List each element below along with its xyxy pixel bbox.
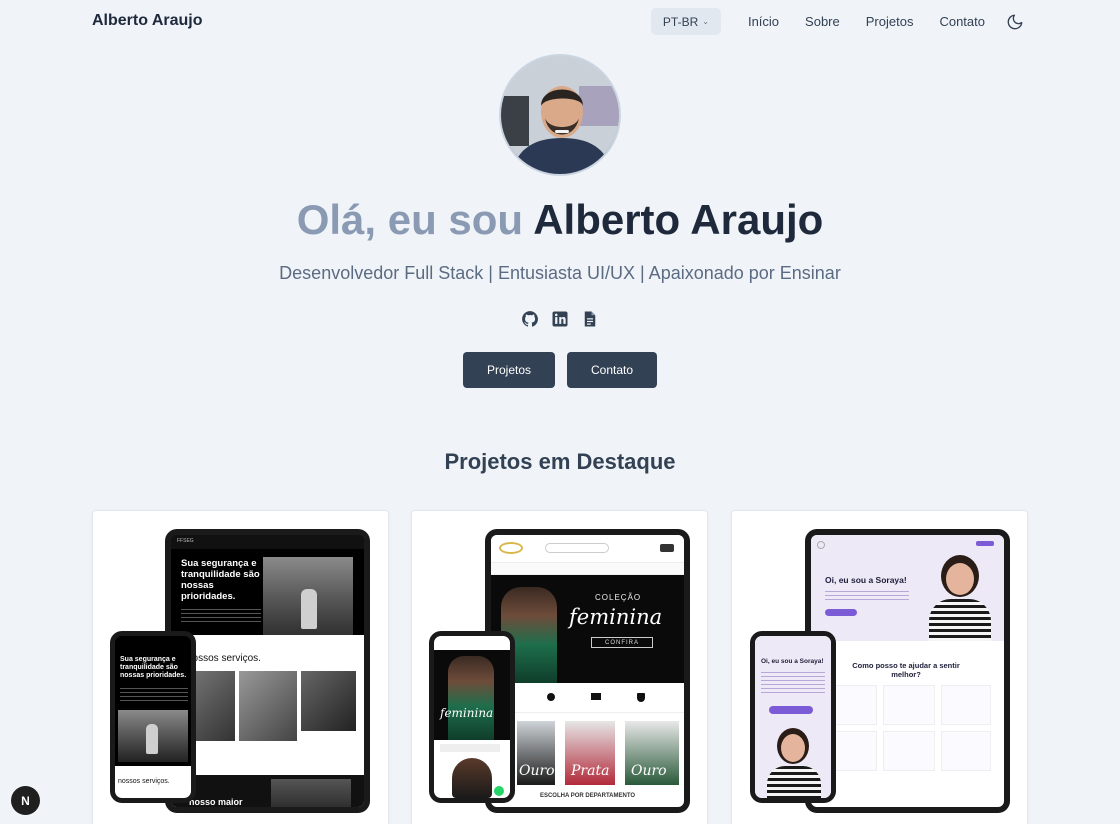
mock-departments: Ouro Prata Ouro (491, 715, 684, 791)
mock-phone-feminina: feminina (440, 706, 494, 720)
mock-hero: Oi, eu sou a Soraya! (811, 535, 1004, 641)
project-card-security[interactable]: FFSEG Sua segurança e tranquilidade são … (92, 510, 389, 824)
mock-services-title: nossos serviços. (187, 653, 261, 664)
mock-label-1: Ouro (519, 763, 555, 779)
profile-photo (501, 56, 619, 174)
main-nav: PT-BR ⌄ Início Sobre Projetos Contato (650, 8, 1024, 35)
brand-name[interactable]: Alberto Araujo (92, 12, 203, 30)
mock-label-2: Prata (571, 763, 610, 779)
phone-mockup: feminina (429, 631, 515, 803)
moon-icon[interactable] (1006, 13, 1024, 31)
contact-button[interactable]: Contato (567, 352, 657, 388)
mock-phone-headline: Sua segurança e tranquilidade são nossas… (120, 656, 187, 680)
profile-avatar (499, 54, 621, 176)
projects-button[interactable]: Projetos (463, 352, 555, 388)
project-card-psychologist[interactable]: Oi, eu sou a Soraya! Como posso te ajuda… (731, 510, 1028, 824)
mock-phone-services: nossos serviços. (118, 778, 170, 785)
nav-inicio[interactable]: Início (748, 14, 779, 29)
nav-contato[interactable]: Contato (939, 14, 985, 29)
mock-question: Como posso te ajudar a sentir melhor? (852, 661, 960, 679)
language-label: PT-BR (662, 14, 699, 29)
language-selector[interactable]: PT-BR ⌄ (650, 8, 721, 35)
hero-subtitle: Desenvolvedor Full Stack | Entusiasta UI… (279, 263, 841, 283)
hero-greeting: Olá, eu sou (296, 196, 534, 243)
mock-services-section: nossos serviços. nosso maior (171, 635, 364, 807)
mock-services-grid (811, 685, 1004, 795)
project-card-store[interactable]: COLEÇÃO feminina CONFIRA Ouro Prata Ouro… (411, 510, 708, 824)
mock-feminina-label: feminina (569, 605, 663, 629)
phone-mockup: Sua segurança e tranquilidade são nossas… (110, 631, 196, 803)
nav-sobre[interactable]: Sobre (805, 14, 840, 29)
tablet-mockup: COLEÇÃO feminina CONFIRA Ouro Prata Ouro… (485, 529, 690, 813)
whatsapp-icon (494, 786, 504, 796)
linkedin-icon[interactable] (551, 310, 569, 328)
nav-projetos[interactable]: Projetos (866, 14, 914, 29)
hero-name: Alberto Araujo (533, 196, 824, 243)
chevron-down-icon: ⌄ (702, 17, 709, 26)
mock-body-text (181, 609, 261, 625)
mock-navbar: FFSEG (171, 535, 364, 549)
featured-projects-title: Projetos em Destaque (444, 449, 676, 474)
site-header: Alberto Araujo PT-BR ⌄ Início Sobre Proj… (0, 0, 1120, 44)
mock-departamento-label: ESCOLHA POR DEPARTAMENTO (539, 793, 636, 799)
mock-brand: FFSEG (177, 538, 194, 544)
mock-headline: Sua segurança e tranquilidade são nossas… (181, 558, 260, 602)
mock-confira-button: CONFIRA (591, 637, 653, 648)
document-icon[interactable] (581, 310, 599, 328)
mock-store-header (491, 535, 684, 563)
github-icon[interactable] (521, 310, 539, 328)
mock-label-3: Ouro (631, 763, 667, 779)
mock-collection-banner: COLEÇÃO feminina CONFIRA (491, 575, 684, 683)
mock-phone-greeting: Oi, eu sou a Soraya! (761, 658, 824, 665)
mock-benefits (491, 683, 684, 713)
mock-category-bar (491, 563, 684, 575)
social-links (0, 310, 1120, 328)
hero-title: Olá, eu sou Alberto Araujo (0, 196, 1120, 244)
phone-mockup: Oi, eu sou a Soraya! (750, 631, 836, 803)
mock-greeting: Oi, eu sou a Soraya! (825, 575, 907, 585)
mock-bottom-text: nosso maior (189, 797, 243, 807)
nextjs-dev-badge[interactable]: N (11, 786, 40, 815)
mock-collection-label: COLEÇÃO (595, 593, 642, 602)
